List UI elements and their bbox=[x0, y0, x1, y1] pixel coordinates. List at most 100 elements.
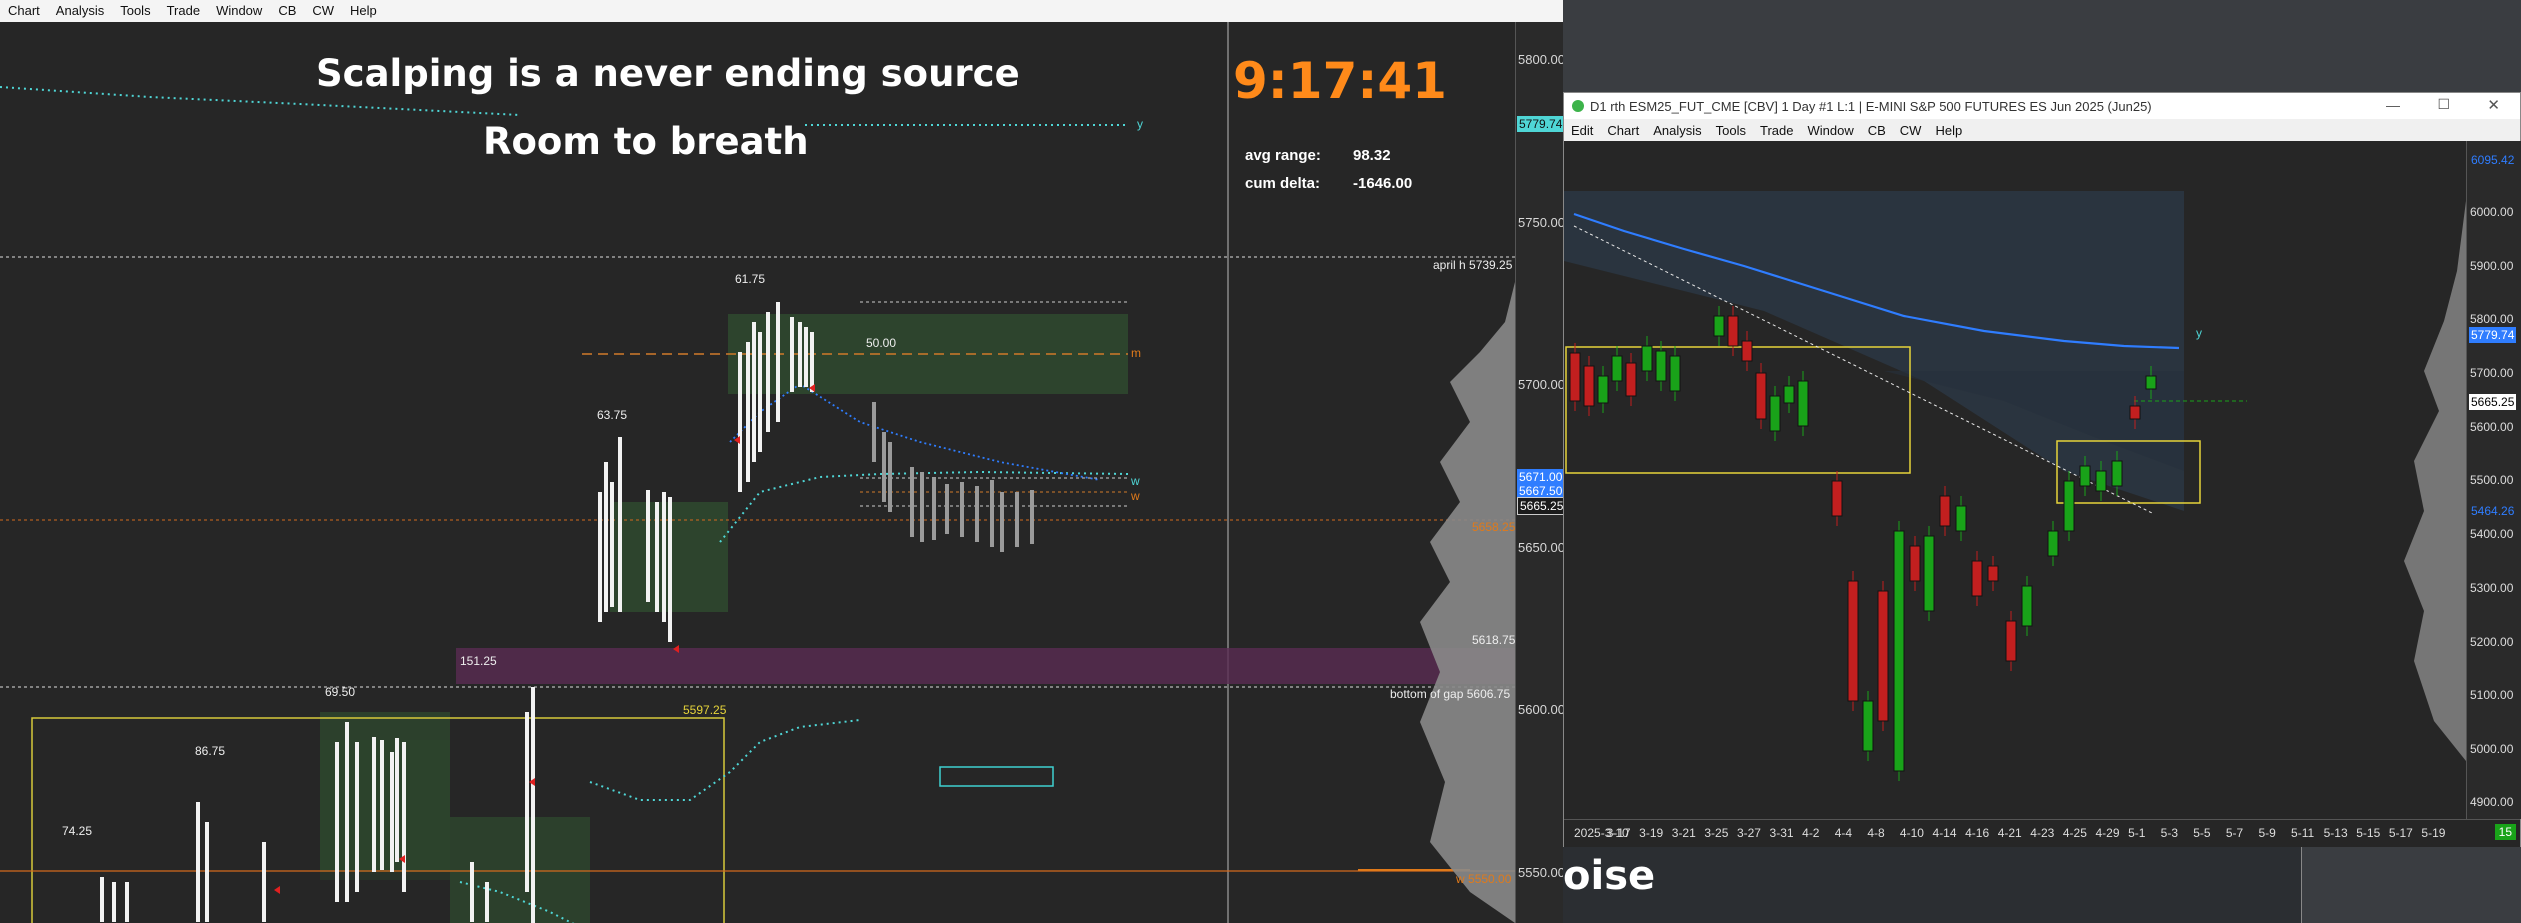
window-menubar: Edit Chart Analysis Tools Trade Window C… bbox=[1564, 119, 2520, 142]
price-tag: 5779.74 bbox=[2469, 327, 2517, 343]
date-label: 4-14 bbox=[1932, 826, 1957, 840]
footprint-bar bbox=[470, 862, 474, 922]
price-tick: 5300.00 bbox=[2470, 581, 2514, 595]
background-panel bbox=[2301, 847, 2521, 923]
candle-body bbox=[1727, 315, 1739, 347]
menu-chart[interactable]: Chart bbox=[0, 0, 48, 22]
date-label: 5-11 bbox=[2291, 826, 2315, 840]
footprint-bar bbox=[655, 502, 659, 612]
candle-body bbox=[1893, 530, 1905, 772]
menu-edit[interactable]: Edit bbox=[1564, 123, 1600, 138]
price-tick: 6000.00 bbox=[2470, 205, 2514, 219]
intraday-price-axis[interactable]: 5800.00 5779.74 5750.00 5700.00 5671.00 … bbox=[1515, 22, 1567, 923]
footprint-bar bbox=[531, 687, 535, 923]
footprint-bar bbox=[932, 477, 936, 540]
level-5618-label: 5618.75 bbox=[1472, 633, 1515, 647]
menu-tools[interactable]: Tools bbox=[112, 0, 158, 22]
footprint-bar bbox=[804, 327, 808, 387]
price-tick: 5400.00 bbox=[2470, 527, 2514, 541]
candle-body bbox=[1641, 345, 1653, 372]
intraday-chart[interactable]: Scalping is a never ending source Room t… bbox=[0, 22, 1515, 923]
menu-trade[interactable]: Trade bbox=[159, 0, 208, 22]
date-label: 3-31 bbox=[1769, 826, 1794, 840]
candle-body bbox=[2079, 465, 2091, 487]
footprint-bar bbox=[205, 822, 209, 922]
footprint-bar bbox=[975, 486, 979, 542]
menu-tools[interactable]: Tools bbox=[1709, 123, 1753, 138]
price-tick: 4900.00 bbox=[2470, 795, 2514, 809]
headline-2: Room to breath bbox=[483, 120, 809, 163]
close-icon[interactable]: ✕ bbox=[2487, 96, 2500, 114]
menu-cw[interactable]: CW bbox=[1893, 123, 1929, 138]
price-tick: 5800.00 bbox=[1518, 52, 1565, 67]
footprint-bar bbox=[1000, 492, 1004, 552]
price-tick: 5600.00 bbox=[2470, 420, 2514, 434]
price-tick: 5800.00 bbox=[2470, 312, 2514, 326]
daily-date-axis[interactable]: 2025-3-10 3-17 3-19 3-21 3-25 3-27 3-31 4-2 4-4 4… bbox=[1564, 819, 2520, 847]
footprint-bar bbox=[882, 432, 886, 502]
bar-label: 86.75 bbox=[195, 744, 226, 758]
menu-trade[interactable]: Trade bbox=[1753, 123, 1800, 138]
menu-window[interactable]: Window bbox=[1800, 123, 1860, 138]
price-tick: 5100.00 bbox=[2470, 688, 2514, 702]
date-label: 4-16 bbox=[1965, 826, 1990, 840]
date-label: 5-19 bbox=[2421, 826, 2446, 840]
menu-analysis[interactable]: Analysis bbox=[1646, 123, 1708, 138]
footprint-bar bbox=[872, 402, 876, 462]
candle-body bbox=[1611, 355, 1623, 382]
menu-cw[interactable]: CW bbox=[304, 0, 342, 22]
april-high-label: april h 5739.25 bbox=[1433, 258, 1513, 272]
menu-chart[interactable]: Chart bbox=[1600, 123, 1646, 138]
price-tick: 5650.00 bbox=[1518, 540, 1565, 555]
menu-help[interactable]: Help bbox=[342, 0, 385, 22]
cum-delta-value: -1646.00 bbox=[1353, 175, 1413, 192]
date-label: 5-1 bbox=[2128, 826, 2146, 840]
tag-w: w bbox=[1131, 474, 1140, 488]
candle-body bbox=[1831, 480, 1843, 517]
footprint-bar bbox=[618, 437, 622, 612]
window-titlebar[interactable]: D1 rth ESM25_FUT_CME [CBV] 1 Day #1 L:1 … bbox=[1564, 93, 2520, 119]
date-label: 5-3 bbox=[2160, 826, 2178, 840]
candle-body bbox=[1877, 590, 1889, 722]
price-tag: 5665.25 bbox=[1517, 497, 1567, 515]
daily-plot[interactable]: y bbox=[1564, 141, 2466, 819]
minimize-icon[interactable]: — bbox=[2386, 97, 2400, 113]
date-label: 3-21 bbox=[1671, 826, 1696, 840]
footprint-bar bbox=[372, 737, 376, 872]
background-strip bbox=[1563, 0, 2521, 92]
footprint-bar bbox=[945, 484, 949, 534]
menu-help[interactable]: Help bbox=[1928, 123, 1969, 138]
candle-body bbox=[1847, 580, 1859, 702]
date-label: 4-23 bbox=[2030, 826, 2055, 840]
candle-body bbox=[1939, 495, 1951, 527]
date-label: 5-15 bbox=[2356, 826, 2381, 840]
footprint-bar bbox=[525, 712, 529, 892]
bar-label: 74.25 bbox=[62, 824, 93, 838]
date-label: 5-13 bbox=[2323, 826, 2348, 840]
candle-body bbox=[2145, 375, 2157, 390]
daily-chart-window[interactable]: D1 rth ESM25_FUT_CME [CBV] 1 Day #1 L:1 … bbox=[1563, 92, 2521, 847]
bar-label: 151.25 bbox=[460, 654, 497, 668]
footprint-bar bbox=[380, 740, 384, 870]
footprint-bar bbox=[100, 877, 104, 922]
footprint-bar bbox=[758, 332, 762, 452]
menu-analysis[interactable]: Analysis bbox=[48, 0, 112, 22]
candle-body bbox=[1971, 560, 1983, 597]
footprint-bar bbox=[960, 482, 964, 537]
maximize-icon[interactable]: ☐ bbox=[2437, 96, 2450, 113]
daily-price-axis[interactable]: 6095.42 6000.00 5900.00 5800.00 5779.74 … bbox=[2466, 141, 2521, 819]
price-tick: 5900.00 bbox=[2470, 259, 2514, 273]
yellow-box-level: 5597.25 bbox=[683, 703, 727, 717]
footprint-bar bbox=[798, 322, 802, 387]
menu-window[interactable]: Window bbox=[208, 0, 270, 22]
menu-cb[interactable]: CB bbox=[1861, 123, 1893, 138]
avg-range-value: 98.32 bbox=[1353, 147, 1391, 164]
candle-body bbox=[1655, 350, 1667, 382]
date-label: 5-9 bbox=[2258, 826, 2276, 840]
candle-body bbox=[2111, 460, 2123, 487]
menu-cb[interactable]: CB bbox=[270, 0, 304, 22]
date-label: 4-8 bbox=[1867, 826, 1885, 840]
avg-range-label: avg range: bbox=[1245, 147, 1321, 164]
divider bbox=[2301, 847, 2302, 923]
volume-profile bbox=[2404, 201, 2466, 761]
